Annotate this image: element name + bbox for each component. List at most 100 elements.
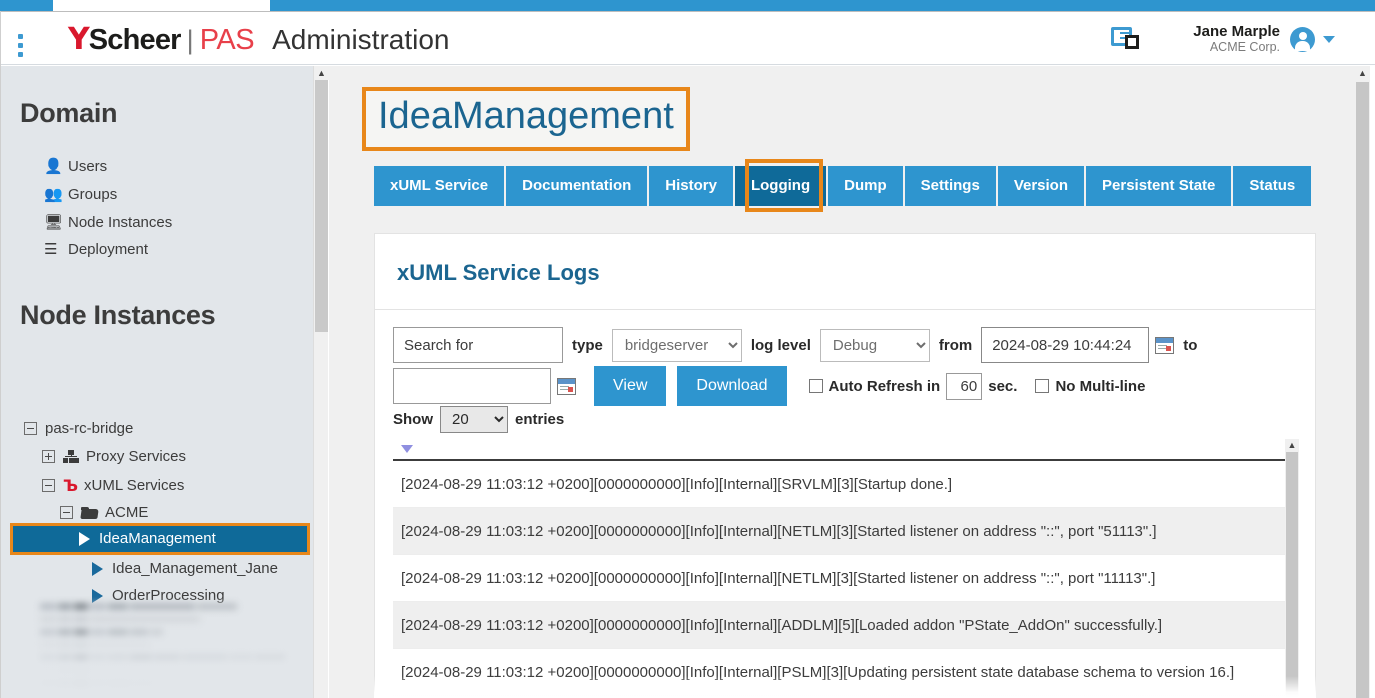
- users-group-icon: 👥: [44, 185, 68, 203]
- collapse-toggle-icon[interactable]: [60, 506, 73, 519]
- brand-pas-text: PAS: [200, 26, 254, 55]
- tab-status[interactable]: Status: [1233, 166, 1311, 206]
- log-table-scrollbar[interactable]: ▲: [1285, 439, 1299, 698]
- card-title: xUML Service Logs: [375, 234, 1315, 286]
- search-input[interactable]: [393, 327, 563, 363]
- user-name: Jane Marple: [1193, 23, 1280, 40]
- sidebar-item-label: Node Instances: [68, 214, 172, 231]
- collapse-toggle-icon[interactable]: [42, 479, 55, 492]
- scheer-mark-icon: Ъ: [63, 476, 77, 495]
- tab-settings[interactable]: Settings: [905, 166, 996, 206]
- log-filters: type bridgeserver log level Debug from t…: [393, 326, 1299, 406]
- sidebar-item-users[interactable]: 👤 Users: [44, 157, 107, 175]
- entries-per-page-select[interactable]: 20: [440, 406, 508, 433]
- avatar[interactable]: [1290, 27, 1315, 52]
- tab-xuml-service[interactable]: xUML Service: [374, 166, 504, 206]
- auto-refresh-checkbox[interactable]: [809, 379, 823, 393]
- sidebar-scroll-thumb[interactable]: [315, 80, 328, 332]
- sidebar-item-deployment[interactable]: ☰ Deployment: [44, 240, 148, 258]
- logs-card: xUML Service Logs type bridgeserver log …: [374, 233, 1316, 698]
- from-label: from: [939, 337, 972, 354]
- type-select[interactable]: bridgeserver: [612, 329, 742, 362]
- from-date-input[interactable]: [981, 327, 1149, 363]
- no-multiline-checkbox[interactable]: [1035, 379, 1049, 393]
- sidebar-item-node-instances[interactable]: 🖥 Node Instances: [44, 213, 172, 231]
- tree-node-label: Idea_Management_Jane: [112, 560, 278, 577]
- tree-node-acme-folder[interactable]: ACME: [60, 504, 148, 521]
- tree-node-xuml-services[interactable]: Ъ xUML Services: [42, 476, 184, 495]
- sidebar-scrollbar[interactable]: ▲: [313, 66, 328, 698]
- brand-logo[interactable]: Y Scheer | PAS Administration: [68, 25, 449, 55]
- tab-logging[interactable]: Logging: [735, 166, 826, 206]
- folder-icon: [81, 507, 98, 519]
- tree-node-orderprocessing[interactable]: OrderProcessing: [92, 587, 225, 604]
- server-stack-icon: ☰: [44, 240, 68, 258]
- tab-persistent-state[interactable]: Persistent State: [1086, 166, 1231, 206]
- service-title: IdeaManagement: [378, 95, 674, 139]
- table-row[interactable]: [2024-08-29 11:03:12 +0200][0000000000][…: [393, 508, 1287, 555]
- sidebar-fade-overlay: [0, 612, 313, 698]
- tab-documentation[interactable]: Documentation: [506, 166, 647, 206]
- tree-node-proxy-services[interactable]: Proxy Services: [42, 448, 186, 465]
- user-info: Jane Marple ACME Corp.: [1193, 23, 1280, 55]
- page-scroll-thumb[interactable]: [1356, 82, 1369, 698]
- no-multiline-label: No Multi-line: [1055, 378, 1145, 395]
- header-right-group: Jane Marple ACME Corp.: [1111, 23, 1335, 55]
- collapse-toggle-icon[interactable]: [24, 422, 37, 435]
- monitor-icon: 🖥: [44, 213, 68, 231]
- table-row[interactable]: [2024-08-29 11:03:12 +0200][0000000000][…: [393, 555, 1287, 602]
- scroll-up-arrow-icon[interactable]: ▲: [1355, 66, 1370, 80]
- calendar-icon[interactable]: [557, 378, 576, 395]
- filter-row-1: type bridgeserver log level Debug from t…: [393, 326, 1299, 364]
- tab-version[interactable]: Version: [998, 166, 1084, 206]
- auto-refresh-label: Auto Refresh in: [829, 378, 941, 395]
- page-title: Administration: [272, 26, 449, 54]
- sidebar: Domain 👤 Users 👥 Groups 🖥 Node Instances…: [0, 66, 313, 698]
- sidebar-item-groups[interactable]: 👥 Groups: [44, 185, 117, 203]
- expand-toggle-icon[interactable]: [42, 450, 55, 463]
- log-table-header[interactable]: [393, 439, 1299, 461]
- tree-node-label: ACME: [105, 504, 148, 521]
- page-scrollbar[interactable]: ▲: [1355, 66, 1370, 698]
- show-label: Show: [393, 411, 433, 428]
- to-date-input[interactable]: [393, 368, 551, 404]
- tab-history[interactable]: History: [649, 166, 733, 206]
- table-row[interactable]: [2024-08-29 11:03:12 +0200][0000000000][…: [393, 461, 1287, 508]
- entries-label: entries: [515, 411, 564, 428]
- auto-refresh-group: Auto Refresh in sec.: [809, 373, 1018, 400]
- calendar-icon[interactable]: [1155, 337, 1174, 354]
- service-title-highlight: IdeaManagement: [362, 87, 690, 151]
- tree-node-label: pas-rc-bridge: [45, 420, 133, 437]
- tree-node-label: xUML Services: [84, 477, 184, 494]
- tree-node-idea-management-jane[interactable]: Idea_Management_Jane: [92, 560, 278, 577]
- app-header: Y Scheer | PAS Administration Jane Marpl…: [0, 12, 1375, 65]
- log-level-label: log level: [751, 337, 811, 354]
- table-row[interactable]: [2024-08-29 11:03:12 +0200][0000000000][…: [393, 602, 1287, 649]
- log-level-select[interactable]: Debug: [820, 329, 930, 362]
- table-row[interactable]: [2024-08-29 11:03:12 +0200][0000000000][…: [393, 649, 1287, 696]
- documentation-icon[interactable]: [1111, 27, 1141, 51]
- log-table: [2024-08-29 11:03:12 +0200][0000000000][…: [393, 439, 1299, 698]
- to-label: to: [1183, 337, 1197, 354]
- log-table-scroll-thumb[interactable]: [1286, 452, 1298, 698]
- tree-node-label: OrderProcessing: [112, 587, 225, 604]
- auto-refresh-seconds-input[interactable]: [946, 373, 982, 400]
- user-icon: 👤: [44, 157, 68, 175]
- tree-node-ideamanagement[interactable]: IdeaManagement: [79, 530, 216, 547]
- download-button[interactable]: Download: [677, 366, 786, 406]
- menu-kebab-icon[interactable]: [18, 34, 24, 61]
- user-organization: ACME Corp.: [1193, 40, 1280, 55]
- view-button[interactable]: View: [594, 366, 666, 406]
- tree-node-pas-rc-bridge[interactable]: pas-rc-bridge: [24, 420, 133, 437]
- log-rows: [2024-08-29 11:03:12 +0200][0000000000][…: [393, 461, 1287, 696]
- filter-row-2: View Download Auto Refresh in sec. No Mu…: [393, 366, 1299, 406]
- brand-separator: |: [187, 27, 194, 54]
- tab-dump[interactable]: Dump: [828, 166, 903, 206]
- seconds-label: sec.: [988, 378, 1017, 395]
- scroll-up-arrow-icon[interactable]: ▲: [1285, 439, 1299, 452]
- sidebar-heading-node-instances: Node Instances: [20, 300, 215, 331]
- sidebar-item-label: Groups: [68, 186, 117, 203]
- chevron-down-icon[interactable]: [1323, 36, 1335, 43]
- sort-descending-icon[interactable]: [401, 445, 413, 453]
- scroll-up-arrow-icon[interactable]: ▲: [314, 66, 329, 80]
